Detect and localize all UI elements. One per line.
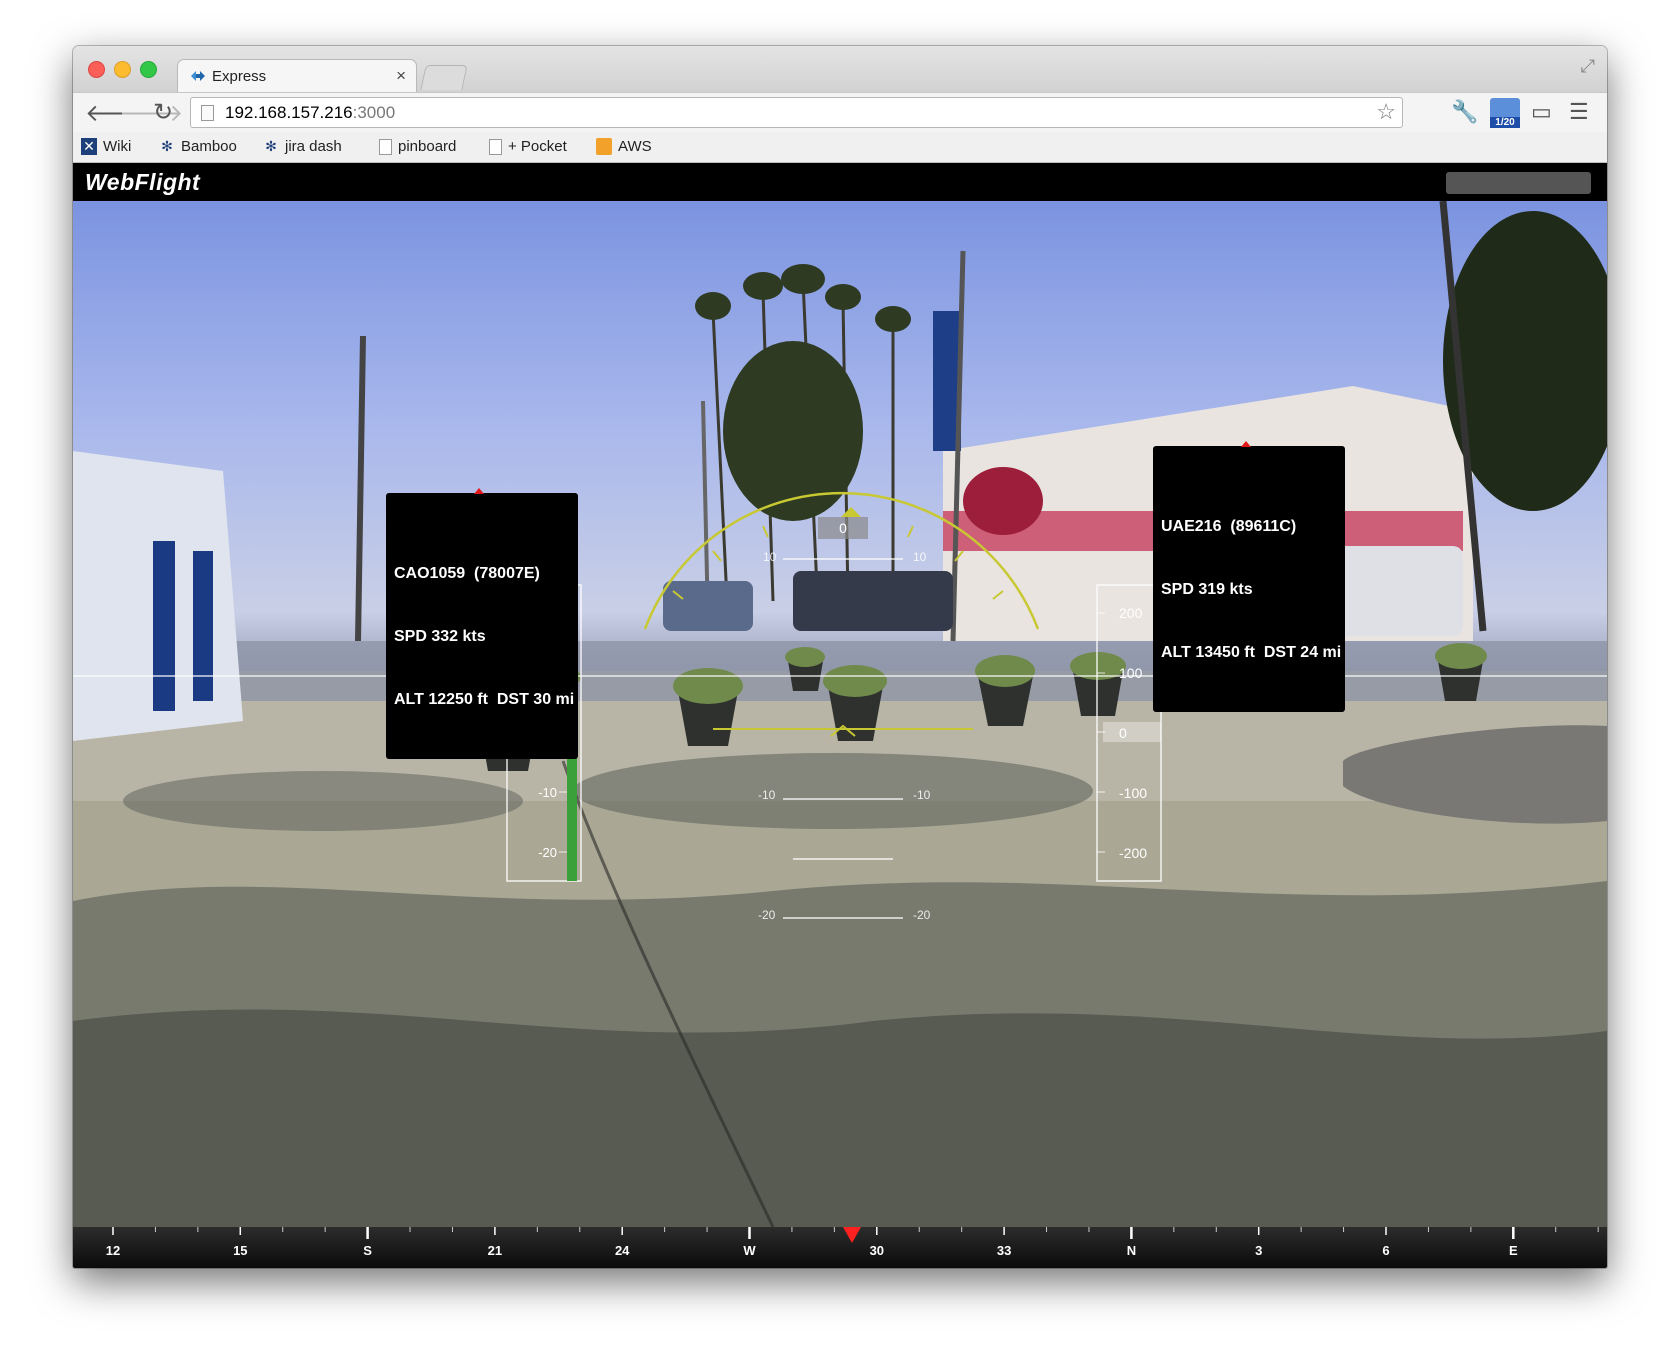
browser-window: Express × ⤢ 🡐 🡒 ↻ 192.168.157.216:3000 ☆… — [73, 46, 1607, 1268]
speed-scale-label: -10 — [538, 785, 557, 800]
compass-label: 15 — [233, 1243, 247, 1258]
altitude-scale-label: 100 — [1119, 665, 1143, 681]
browser-toolbar: 🡐 🡒 ↻ 192.168.157.216:3000 ☆ 🔧 1/20 ▭ ☰ — [73, 92, 1607, 133]
pitch-label: -20 — [758, 908, 776, 922]
compass-label: 12 — [106, 1243, 120, 1258]
flight-callout[interactable]: CAO1059 (78007E) SPD 332 kts ALT 12250 f… — [386, 488, 578, 759]
heading-pointer-icon — [843, 1227, 861, 1243]
compass-label: E — [1509, 1243, 1518, 1258]
menu-icon[interactable]: ☰ — [1569, 99, 1589, 125]
flight-callsign: CAO1059 (78007E) — [394, 565, 540, 582]
flight-altitude-distance: ALT 12250 ft DST 30 mi — [394, 691, 575, 708]
aircraft-symbol — [830, 724, 856, 737]
pitch-label: -20 — [913, 908, 931, 922]
compass-label: W — [743, 1243, 756, 1258]
compass-label: N — [1127, 1243, 1136, 1258]
compass-label: 3 — [1255, 1243, 1262, 1258]
compass-label: 21 — [488, 1243, 502, 1258]
bookmark-star-icon[interactable]: ☆ — [1376, 99, 1396, 125]
altitude-scale-label: -200 — [1119, 845, 1147, 861]
compass-label: 33 — [997, 1243, 1011, 1258]
jira-icon: ✕ — [81, 138, 97, 155]
tab-close-icon[interactable]: × — [396, 66, 406, 86]
pitch-label: 10 — [763, 550, 777, 564]
target-arrow-icon — [1241, 441, 1251, 447]
altitude-scale-label: -100 — [1119, 785, 1147, 801]
page-icon — [201, 105, 214, 121]
bookmark-pinboard[interactable]: pinboard — [379, 138, 456, 155]
fullscreen-icon[interactable]: ⤢ — [1581, 56, 1595, 77]
bookmark-jira-dash[interactable]: ✻ jira dash — [263, 138, 342, 155]
forward-arrow-icon[interactable]: 🡒 — [119, 98, 183, 128]
app-brand: WebFlight — [85, 169, 201, 195]
url-text: 192.168.157.216:3000 — [225, 103, 396, 122]
app-header: WebFlight — [73, 163, 1607, 201]
bookmark-bamboo[interactable]: ✻ Bamboo — [159, 138, 237, 155]
close-window-button[interactable] — [88, 61, 105, 78]
bamboo-icon: ✻ — [161, 138, 173, 154]
extension-calendar-icon[interactable]: 1/20 — [1490, 98, 1520, 128]
minimize-window-button[interactable] — [114, 61, 131, 78]
reload-icon[interactable]: ↻ — [153, 98, 173, 127]
tab-express[interactable]: Express × — [177, 59, 417, 92]
flight-callout[interactable]: UAE216 (89611C) SPD 319 kts ALT 13450 ft… — [1153, 441, 1345, 712]
target-arrow-icon — [474, 488, 484, 494]
heading-box-value: 0 — [839, 520, 847, 536]
pitch-label: -10 — [758, 788, 776, 802]
pitch-label: -10 — [913, 788, 931, 802]
bookmark-wiki[interactable]: ✕ Wiki — [81, 138, 131, 155]
altitude-scale-label: 0 — [1119, 725, 1127, 741]
tab-title: Express — [212, 68, 267, 85]
compass-scale: 12 15 S 21 24 W 30 33 N 3 6 E — [106, 1227, 1599, 1258]
bookmark-aws[interactable]: AWS — [596, 138, 652, 155]
page-icon — [379, 138, 392, 155]
compass-label: S — [363, 1243, 372, 1258]
video-feed: 0 10 10 -10 -10 -20 -20 -10 -20 200 100 … — [73, 201, 1607, 1227]
speed-scale-label: -20 — [538, 845, 557, 860]
header-action-button[interactable] — [1446, 172, 1591, 194]
bookmark-pocket[interactable]: + Pocket — [489, 138, 567, 155]
express-favicon-icon — [191, 71, 205, 81]
title-bar: Express × ⤢ — [73, 46, 1607, 92]
aws-icon — [596, 138, 612, 155]
roll-arc — [643, 491, 1040, 630]
flight-speed: SPD 332 kts — [394, 628, 486, 645]
new-tab-button[interactable] — [420, 65, 468, 90]
compass-strip: 12 15 S 21 24 W 30 33 N 3 6 E — [73, 1227, 1607, 1268]
flight-callsign: UAE216 (89611C) — [1161, 518, 1297, 535]
page-icon — [489, 138, 502, 155]
address-bar[interactable]: 192.168.157.216:3000 ☆ — [190, 97, 1403, 128]
altitude-scale-label: 200 — [1119, 605, 1143, 621]
zoom-window-button[interactable] — [140, 61, 157, 78]
pitch-label: 10 — [913, 550, 927, 564]
bookmarks-bar: ✕ Wiki ✻ Bamboo ✻ jira dash pinboard + P… — [73, 132, 1607, 163]
cast-icon[interactable]: ▭ — [1531, 99, 1552, 125]
compass-label: 30 — [870, 1243, 884, 1258]
jira-icon: ✻ — [265, 138, 277, 154]
flight-altitude-distance: ALT 13450 ft DST 24 mi — [1161, 644, 1342, 661]
hud-overlay: 0 10 10 -10 -10 -20 -20 -10 -20 200 100 … — [73, 491, 1607, 922]
flight-speed: SPD 319 kts — [1161, 581, 1253, 598]
wrench-icon[interactable]: 🔧 — [1451, 99, 1478, 125]
compass-label: 24 — [615, 1243, 630, 1258]
compass-label: 6 — [1382, 1243, 1389, 1258]
